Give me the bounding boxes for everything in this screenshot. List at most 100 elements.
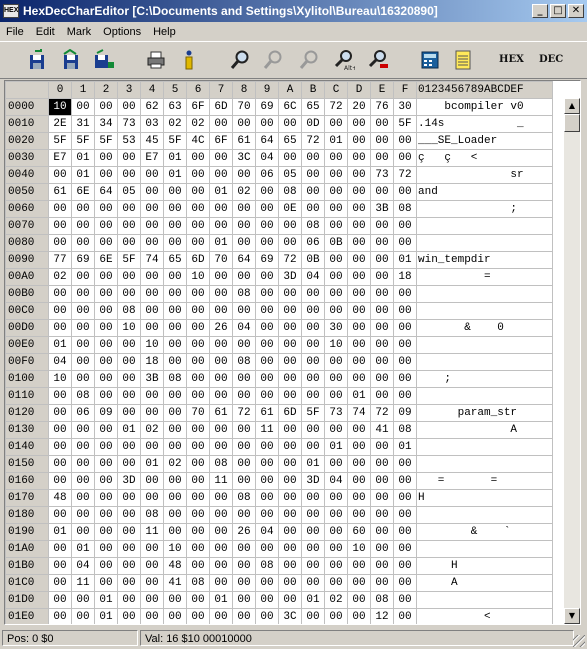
- byte-cell[interactable]: 00: [255, 608, 279, 624]
- byte-cell[interactable]: 00: [48, 285, 72, 303]
- byte-cell[interactable]: 00: [347, 285, 371, 303]
- byte-cell[interactable]: 00: [324, 387, 348, 405]
- byte-cell[interactable]: 70: [209, 251, 233, 269]
- byte-cell[interactable]: 00: [94, 217, 118, 235]
- byte-cell[interactable]: 00: [255, 302, 279, 320]
- byte-cell[interactable]: 00: [117, 489, 141, 507]
- byte-cell[interactable]: 00: [71, 200, 95, 218]
- byte-cell[interactable]: 00: [140, 404, 164, 422]
- byte-cell[interactable]: 00: [278, 438, 302, 456]
- byte-cell[interactable]: 02: [232, 183, 256, 201]
- byte-cell[interactable]: 41: [163, 574, 187, 592]
- byte-cell[interactable]: 00: [324, 523, 348, 541]
- byte-cell[interactable]: 00: [117, 200, 141, 218]
- char-cell[interactable]: [416, 336, 553, 354]
- byte-cell[interactable]: 00: [301, 336, 325, 354]
- byte-cell[interactable]: 00: [393, 234, 417, 252]
- byte-cell[interactable]: 02: [163, 115, 187, 133]
- byte-cell[interactable]: 00: [278, 285, 302, 303]
- byte-cell[interactable]: 00: [71, 336, 95, 354]
- byte-cell[interactable]: 00: [347, 591, 371, 609]
- byte-cell[interactable]: 00: [370, 387, 394, 405]
- byte-cell[interactable]: 00: [347, 132, 371, 150]
- byte-cell[interactable]: 64: [232, 251, 256, 269]
- byte-cell[interactable]: 00: [301, 370, 325, 388]
- byte-cell[interactable]: 00: [393, 217, 417, 235]
- byte-cell[interactable]: 00: [370, 251, 394, 269]
- byte-cell[interactable]: 3D: [301, 472, 325, 490]
- byte-cell[interactable]: 00: [370, 217, 394, 235]
- byte-cell[interactable]: 00: [324, 268, 348, 286]
- byte-cell[interactable]: 12: [370, 608, 394, 624]
- close-button[interactable]: ✕: [568, 4, 584, 18]
- byte-cell[interactable]: 00: [393, 608, 417, 624]
- byte-cell[interactable]: 00: [393, 523, 417, 541]
- byte-cell[interactable]: 00: [370, 319, 394, 337]
- byte-cell[interactable]: 00: [301, 489, 325, 507]
- byte-cell[interactable]: 00: [140, 387, 164, 405]
- byte-cell[interactable]: 00: [209, 540, 233, 558]
- byte-cell[interactable]: 00: [232, 540, 256, 558]
- byte-cell[interactable]: 00: [48, 200, 72, 218]
- byte-cell[interactable]: 00: [255, 472, 279, 490]
- byte-cell[interactable]: 00: [71, 489, 95, 507]
- byte-cell[interactable]: 01: [209, 591, 233, 609]
- byte-cell[interactable]: 00: [393, 285, 417, 303]
- byte-cell[interactable]: 00: [301, 302, 325, 320]
- byte-cell[interactable]: 00: [278, 455, 302, 473]
- byte-cell[interactable]: 00: [347, 421, 371, 439]
- byte-cell[interactable]: 08: [140, 506, 164, 524]
- byte-cell[interactable]: 41: [370, 421, 394, 439]
- byte-cell[interactable]: 72: [324, 98, 348, 116]
- byte-cell[interactable]: 00: [117, 574, 141, 592]
- byte-cell[interactable]: 5F: [393, 115, 417, 133]
- byte-cell[interactable]: 00: [140, 268, 164, 286]
- byte-cell[interactable]: 10: [48, 98, 72, 116]
- byte-cell[interactable]: 00: [347, 506, 371, 524]
- byte-cell[interactable]: 00: [94, 489, 118, 507]
- info-icon[interactable]: [178, 49, 200, 71]
- byte-cell[interactable]: 00: [347, 166, 371, 184]
- byte-cell[interactable]: 00: [48, 404, 72, 422]
- byte-cell[interactable]: 00: [209, 149, 233, 167]
- byte-cell[interactable]: 00: [255, 183, 279, 201]
- byte-cell[interactable]: 00: [232, 506, 256, 524]
- byte-cell[interactable]: 0B: [324, 234, 348, 252]
- byte-cell[interactable]: 73: [324, 404, 348, 422]
- byte-cell[interactable]: 76: [370, 98, 394, 116]
- char-cell[interactable]: [416, 438, 553, 456]
- byte-cell[interactable]: 00: [370, 506, 394, 524]
- byte-cell[interactable]: 5F: [163, 132, 187, 150]
- byte-cell[interactable]: 00: [117, 591, 141, 609]
- byte-cell[interactable]: 65: [163, 251, 187, 269]
- byte-cell[interactable]: 00: [94, 149, 118, 167]
- byte-cell[interactable]: 61: [209, 404, 233, 422]
- byte-cell[interactable]: 0E: [278, 200, 302, 218]
- byte-cell[interactable]: 01: [94, 608, 118, 624]
- byte-cell[interactable]: 00: [140, 183, 164, 201]
- byte-cell[interactable]: 00: [186, 608, 210, 624]
- char-cell[interactable]: [416, 285, 553, 303]
- char-cell[interactable]: param_str: [416, 404, 553, 422]
- byte-cell[interactable]: 00: [94, 557, 118, 575]
- byte-cell[interactable]: 00: [71, 217, 95, 235]
- byte-cell[interactable]: 01: [140, 455, 164, 473]
- byte-cell[interactable]: 01: [163, 166, 187, 184]
- byte-cell[interactable]: 00: [347, 557, 371, 575]
- byte-cell[interactable]: 11: [71, 574, 95, 592]
- byte-cell[interactable]: 00: [186, 183, 210, 201]
- byte-cell[interactable]: 3B: [140, 370, 164, 388]
- byte-cell[interactable]: 00: [209, 370, 233, 388]
- byte-cell[interactable]: 00: [232, 438, 256, 456]
- byte-cell[interactable]: 00: [324, 370, 348, 388]
- byte-cell[interactable]: 00: [278, 234, 302, 252]
- byte-cell[interactable]: 00: [209, 336, 233, 354]
- byte-cell[interactable]: 00: [232, 200, 256, 218]
- byte-cell[interactable]: 00: [393, 455, 417, 473]
- byte-cell[interactable]: 00: [117, 523, 141, 541]
- byte-cell[interactable]: 6E: [94, 251, 118, 269]
- byte-cell[interactable]: 00: [186, 166, 210, 184]
- byte-cell[interactable]: 00: [117, 285, 141, 303]
- byte-cell[interactable]: 00: [255, 268, 279, 286]
- byte-cell[interactable]: 01: [94, 591, 118, 609]
